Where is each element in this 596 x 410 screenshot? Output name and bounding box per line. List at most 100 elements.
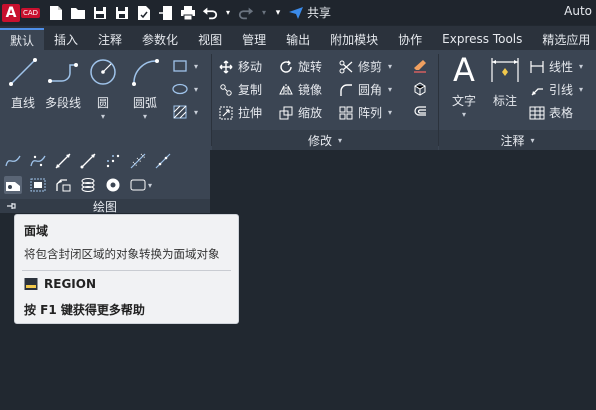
hatch-tool[interactable]: ▾ [172, 104, 198, 120]
rotate-tool[interactable]: 旋转 [278, 58, 322, 75]
tab-output[interactable]: 输出 [276, 28, 320, 50]
plot-icon[interactable] [180, 5, 196, 21]
rectangle-tool[interactable]: ▾ [172, 58, 198, 74]
erase-tool[interactable] [412, 58, 428, 74]
modify-panel-expand-icon: ▾ [338, 135, 343, 145]
pin-icon[interactable] [6, 201, 16, 211]
polyline-icon [48, 63, 78, 83]
explode-cube-icon [414, 82, 426, 96]
measure-icon[interactable] [154, 152, 172, 170]
circle-dropdown-icon[interactable]: ▾ [101, 112, 105, 121]
annotation-panel-title[interactable]: 注释 ▾ [439, 130, 596, 150]
fillet-tool[interactable]: 圆角 ▾ [338, 81, 392, 98]
tab-parametric[interactable]: 参数化 [132, 28, 188, 50]
divide-icon[interactable] [129, 152, 147, 170]
scale-tool[interactable]: 缩放 [278, 104, 322, 121]
app-logo[interactable]: A CAD [2, 3, 42, 23]
mirror-icon [279, 83, 293, 96]
leader-dropdown-icon[interactable]: ▾ [579, 85, 583, 94]
mirror-tool[interactable]: 镜像 [278, 81, 322, 98]
circle-tool[interactable]: 圆 ▾ [86, 56, 120, 121]
tab-addins[interactable]: 附加模块 [320, 28, 388, 50]
3d-polyline-icon[interactable] [79, 176, 97, 194]
text-a-icon: A [453, 51, 475, 89]
move-icon [219, 60, 233, 73]
array-dropdown-icon[interactable]: ▾ [388, 108, 392, 117]
dimension-label: 标注 [492, 94, 517, 108]
draw-panel-title[interactable]: 绘图 [0, 199, 210, 214]
stretch-tool[interactable]: 拉伸 [218, 104, 262, 121]
leader-tool[interactable]: 引线 ▾ [529, 81, 583, 98]
spline-fit-icon[interactable] [4, 152, 22, 170]
redo-dropdown-icon[interactable]: ▾ [260, 5, 268, 21]
tab-featured-apps[interactable]: 精选应用 [532, 28, 596, 50]
open-folder-icon[interactable] [70, 5, 86, 21]
tooltip-help: 按 F1 键获得更多帮助 [24, 303, 145, 317]
array-tool[interactable]: 阵列 ▾ [338, 104, 392, 121]
line-icon [9, 58, 37, 86]
trim-scissors-icon [339, 60, 353, 73]
arc-dropdown-icon[interactable]: ▾ [143, 112, 147, 121]
trim-tool[interactable]: 修剪 ▾ [338, 58, 392, 75]
tab-view[interactable]: 视图 [188, 28, 232, 50]
boundary-icon[interactable]: ▾ [129, 176, 153, 194]
copy-icon [220, 83, 232, 96]
text-tool[interactable]: A 文字 ▾ [447, 51, 481, 119]
app-logo-badge: CAD [21, 7, 41, 18]
share-label: 共享 [307, 6, 332, 20]
dimension-tool[interactable]: 标注 [487, 54, 523, 109]
revision-cloud-icon[interactable] [54, 176, 72, 194]
tab-annotate[interactable]: 注释 [88, 28, 132, 50]
ellipse-tool[interactable]: ▾ [172, 81, 198, 97]
linear-label: 线性 [549, 60, 574, 74]
tab-default[interactable]: 默认 [0, 28, 45, 50]
customize-toolbar-icon[interactable]: ▾ [274, 5, 282, 21]
fillet-icon [340, 83, 352, 96]
explode-tool[interactable] [412, 81, 428, 97]
redo-icon[interactable] [238, 5, 254, 21]
tab-express-tools[interactable]: Express Tools [432, 28, 532, 50]
undo-icon[interactable] [202, 5, 218, 21]
tab-manage[interactable]: 管理 [232, 28, 276, 50]
arc-tool[interactable]: 圆弧 ▾ [128, 56, 162, 121]
spline-cv-icon[interactable] [29, 152, 47, 170]
region-tooltip: 面域 将包含封闭区域的对象转换为面域对象 REGION 按 F1 键获得更多帮助 [14, 214, 239, 324]
move-tool[interactable]: 移动 [218, 58, 262, 75]
modify-panel-title[interactable]: 修改 ▾ [212, 130, 438, 150]
trim-label: 修剪 [358, 60, 383, 74]
wipeout-icon[interactable] [29, 176, 47, 194]
save-as-icon[interactable] [114, 5, 130, 21]
window-title: Auto [564, 4, 592, 18]
draw-title-label: 绘图 [92, 199, 117, 214]
rotate-label: 旋转 [298, 60, 323, 74]
fillet-label: 圆角 [358, 83, 383, 97]
tab-collaborate[interactable]: 协作 [388, 28, 432, 50]
tab-insert[interactable]: 插入 [44, 28, 88, 50]
trim-dropdown-icon[interactable]: ▾ [388, 62, 392, 71]
copy-label: 复制 [238, 83, 263, 97]
line-tool[interactable]: 直线 [6, 56, 40, 111]
table-icon [529, 106, 545, 119]
import-icon[interactable] [158, 5, 174, 21]
table-tool[interactable]: 表格 [529, 104, 573, 121]
copy-tool[interactable]: 复制 [218, 81, 262, 98]
offset-tool[interactable] [412, 104, 428, 120]
polyline-tool[interactable]: 多段线 [42, 56, 84, 111]
publish-icon[interactable] [136, 5, 152, 21]
ray-icon[interactable] [79, 152, 97, 170]
share-send-icon [289, 6, 303, 19]
donut-icon[interactable] [104, 176, 122, 194]
new-file-icon[interactable] [48, 5, 64, 21]
save-icon[interactable] [92, 5, 108, 21]
multiple-points-icon[interactable] [104, 152, 122, 170]
region-icon[interactable] [4, 176, 22, 194]
linear-dimension-tool[interactable]: 线性 ▾ [529, 58, 583, 75]
text-dropdown-icon[interactable]: ▾ [462, 110, 466, 119]
undo-dropdown-icon[interactable]: ▾ [224, 5, 232, 21]
fillet-dropdown-icon[interactable]: ▾ [388, 85, 392, 94]
linear-dropdown-icon[interactable]: ▾ [579, 62, 583, 71]
share-button[interactable]: 共享 [288, 4, 331, 21]
leader-label: 引线 [549, 83, 574, 97]
construction-line-icon[interactable] [54, 152, 72, 170]
tooltip-command: REGION [24, 277, 96, 291]
